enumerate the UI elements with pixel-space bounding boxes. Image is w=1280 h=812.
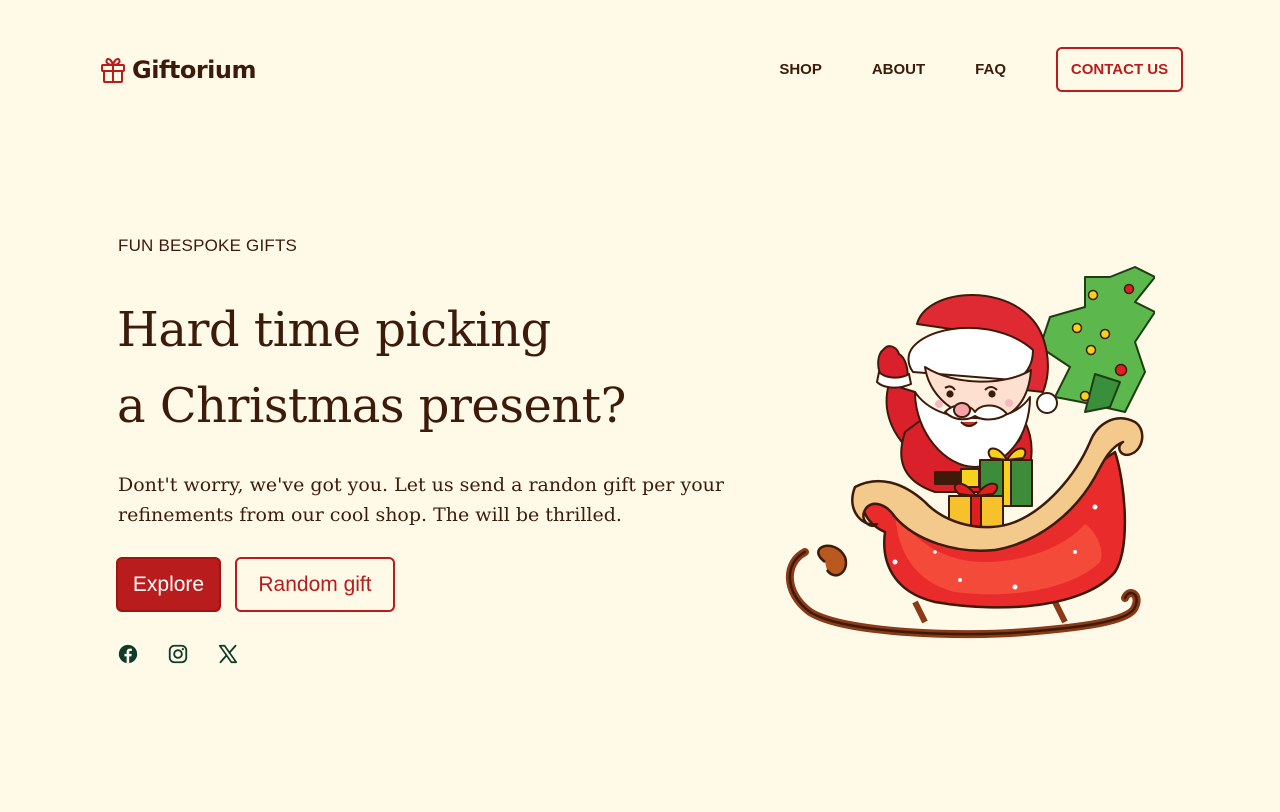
- hero-eyebrow: FUN BESPOKE GIFTS: [118, 236, 298, 255]
- headline-line-1: Hard time picking: [117, 302, 551, 358]
- christmas-tree: [1039, 266, 1155, 413]
- hero-headline: Hard time picking a Christmas present?: [117, 292, 626, 444]
- main-nav: SHOP ABOUT FAQ CONTACT US: [779, 47, 1183, 92]
- nav-faq[interactable]: FAQ: [975, 61, 1006, 78]
- facebook-icon[interactable]: [117, 643, 139, 665]
- explore-button[interactable]: Explore: [116, 557, 221, 612]
- nav-shop[interactable]: SHOP: [779, 61, 822, 78]
- gift-icon: [101, 57, 125, 83]
- hero-subcopy: Dont't worry, we've got you. Let us send…: [118, 474, 724, 526]
- instagram-icon[interactable]: [167, 643, 189, 665]
- headline-line-2: a Christmas present?: [117, 378, 626, 434]
- random-gift-button[interactable]: Random gift: [235, 557, 395, 612]
- hero-actions: Explore Random gift: [116, 557, 395, 612]
- social-links: [117, 643, 239, 665]
- contact-us-button[interactable]: CONTACT US: [1056, 47, 1183, 92]
- brand-name: Giftorium: [132, 56, 256, 84]
- brand-logo[interactable]: Giftorium: [100, 56, 256, 84]
- santa-sleigh-illustration: [785, 266, 1155, 639]
- nav-about[interactable]: ABOUT: [872, 61, 925, 78]
- x-icon[interactable]: [217, 643, 239, 665]
